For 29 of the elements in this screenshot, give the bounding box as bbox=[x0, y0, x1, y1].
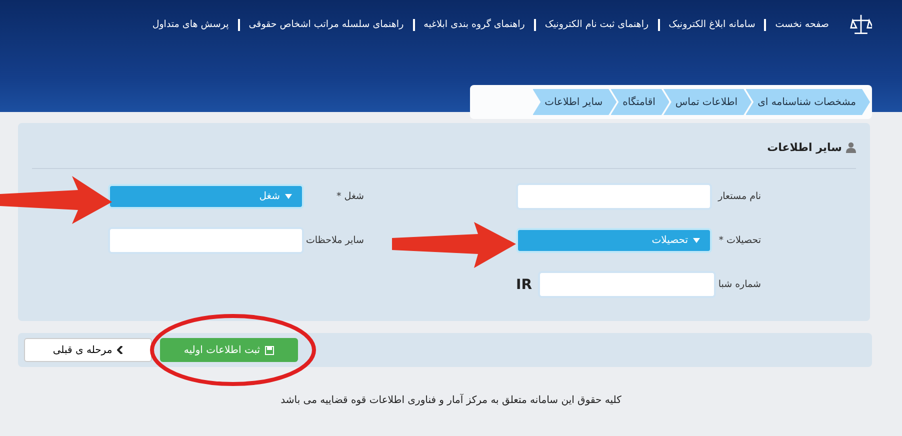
input-field[interactable] bbox=[516, 183, 712, 210]
back-button[interactable]: مرحله ی قبلی bbox=[24, 338, 152, 362]
scales-icon[interactable] bbox=[850, 13, 872, 37]
caret-icon bbox=[285, 194, 292, 199]
nav-link[interactable]: راهنمای سلسله مراتب اشخاص حقوقی bbox=[238, 19, 413, 31]
field-label: شماره شبا bbox=[718, 279, 761, 290]
user-icon bbox=[846, 142, 856, 153]
nav-link[interactable]: راهنمای ثبت نام الکترونیک bbox=[534, 19, 658, 31]
nav-link[interactable]: پرسش های متداول bbox=[143, 19, 238, 31]
required-mark: * bbox=[718, 235, 724, 246]
caret-icon bbox=[693, 238, 700, 243]
required-mark: * bbox=[336, 191, 342, 202]
field-label: تحصیلات bbox=[726, 235, 761, 246]
copyright-text: کلیه حقوق این سامانه متعلق به مرکز آمار و فناوری اطلاعات قوه قضاییه می باشد bbox=[280, 395, 622, 406]
step-tab[interactable]: اقامتگاه bbox=[610, 89, 670, 115]
input-field[interactable] bbox=[538, 271, 716, 298]
nav-link[interactable]: سامانه ابلاغ الکترونیک bbox=[658, 19, 764, 31]
field-label: سایر ملاحظات bbox=[306, 235, 364, 246]
input-field[interactable] bbox=[108, 227, 304, 254]
field-label: نام مستعار bbox=[718, 191, 761, 202]
nav-link[interactable]: صفحه نخست bbox=[764, 19, 838, 31]
section-title: سایر اطلاعات bbox=[767, 141, 842, 154]
step-tab[interactable]: سایر اطلاعات bbox=[532, 89, 617, 115]
chevron-icon bbox=[117, 346, 124, 354]
step-tab[interactable]: اطلاعات تماس bbox=[663, 89, 752, 115]
field-label: شغل bbox=[344, 191, 364, 202]
iban-prefix: IR bbox=[516, 276, 532, 292]
step-tab[interactable]: مشخصات شناسنامه ای bbox=[746, 89, 870, 115]
nav-link[interactable]: راهنمای گروه بندی ابلاغیه bbox=[412, 19, 534, 31]
